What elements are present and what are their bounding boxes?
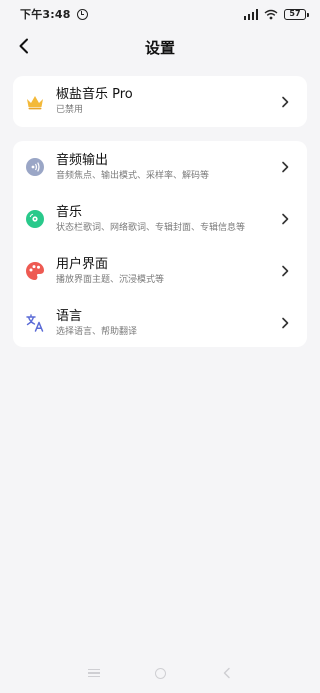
language-text: 语言 选择语言、帮助翻译	[56, 308, 137, 339]
nav-back-icon[interactable]	[221, 667, 233, 679]
battery-icon: 57	[284, 8, 309, 20]
music-disc-icon	[25, 209, 45, 229]
music-subtitle: 状态栏歌词、网络歌词、专辑封面、专辑信息等	[56, 222, 246, 233]
translate-icon	[25, 313, 45, 333]
status-bar: 下午3:48 57	[0, 0, 320, 28]
user-interface-title: 用户界面	[56, 256, 109, 272]
header: 设置	[0, 28, 320, 66]
alarm-icon	[76, 8, 88, 20]
pro-card: 椒盐音乐 Pro 已禁用	[13, 76, 307, 127]
language-title: 语言	[56, 308, 83, 324]
chevron-right-icon	[282, 265, 289, 277]
system-nav-bar	[0, 653, 320, 693]
audio-output-text: 音频输出 音频焦点、输出模式、采样率、解码等	[56, 152, 209, 183]
pro-row[interactable]: 椒盐音乐 Pro 已禁用	[13, 76, 307, 127]
settings-item-music[interactable]: 音乐 状态栏歌词、网络歌词、专辑封面、专辑信息等	[13, 193, 307, 245]
chevron-right-icon	[282, 317, 289, 329]
settings-item-audio-output[interactable]: 音频输出 音频焦点、输出模式、采样率、解码等	[13, 141, 307, 193]
wifi-icon	[264, 9, 278, 19]
status-time: 下午3:48	[20, 8, 71, 21]
settings-card: 音频输出 音频焦点、输出模式、采样率、解码等 音乐 状态栏歌词、网络歌词、专辑封…	[13, 141, 307, 347]
settings-item-user-interface[interactable]: 用户界面 播放界面主题、沉浸模式等	[13, 245, 307, 297]
chevron-right-icon	[282, 161, 289, 173]
page-title: 设置	[144, 39, 175, 57]
signal-icon	[243, 8, 258, 20]
home-icon[interactable]	[154, 667, 166, 679]
pro-title: 椒盐音乐 Pro	[56, 87, 133, 102]
palette-icon	[25, 261, 45, 281]
language-subtitle: 选择语言、帮助翻译	[56, 326, 138, 337]
chevron-right-icon	[282, 96, 289, 107]
pro-text: 椒盐音乐 Pro 已禁用	[56, 86, 133, 117]
menu-icon[interactable]	[87, 668, 100, 678]
audio-output-subtitle: 音频焦点、输出模式、采样率、解码等	[56, 170, 210, 181]
music-text: 音乐 状态栏歌词、网络歌词、专辑封面、专辑信息等	[56, 204, 245, 235]
user-interface-text: 用户界面 播放界面主题、沉浸模式等	[56, 256, 164, 287]
user-interface-subtitle: 播放界面主题、沉浸模式等	[56, 274, 165, 285]
settings-item-language[interactable]: 语言 选择语言、帮助翻译	[13, 297, 307, 349]
pro-subtitle: 已禁用	[56, 105, 84, 115]
audio-output-title: 音频输出	[56, 152, 109, 168]
status-indicators: 57	[243, 8, 309, 20]
crown-icon	[25, 92, 45, 112]
music-title: 音乐	[56, 204, 83, 220]
chevron-right-icon	[282, 213, 289, 225]
audio-output-icon	[25, 157, 45, 177]
